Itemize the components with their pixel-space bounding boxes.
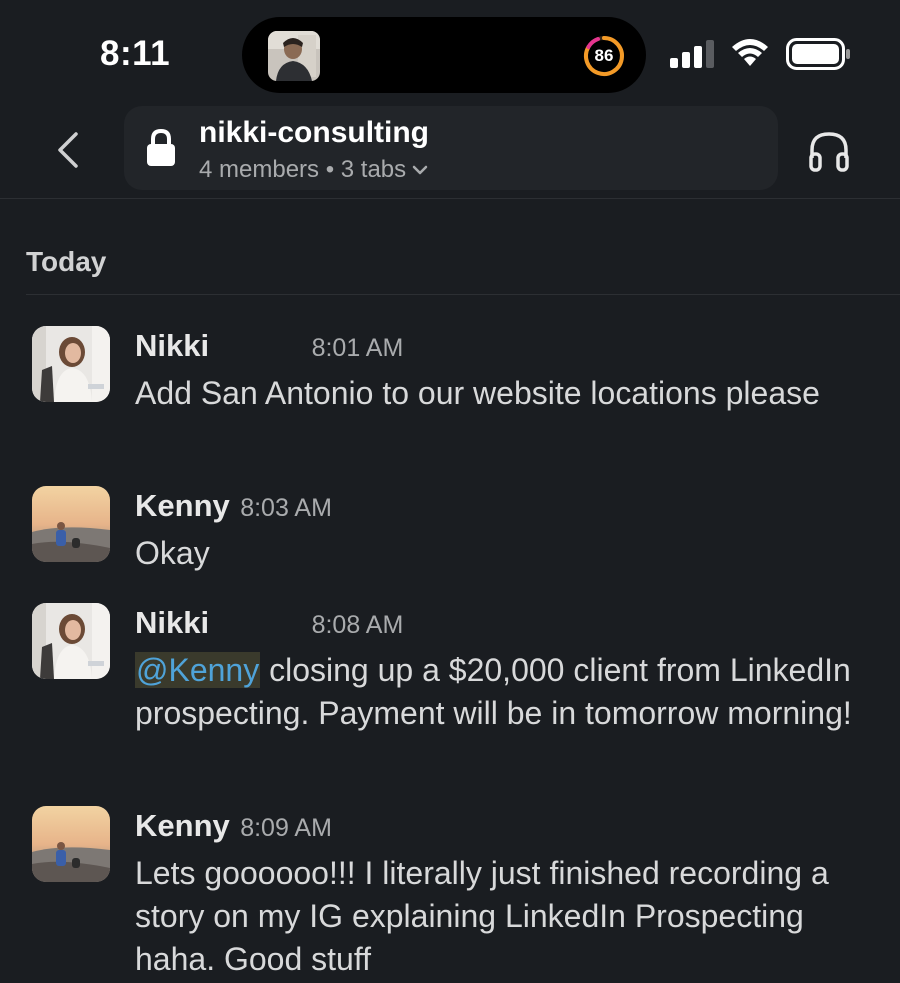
message-time: 8:08 AM bbox=[311, 611, 404, 639]
day-divider-label: Today bbox=[26, 246, 107, 277]
channel-meta-text: 4 members • 3 tabs bbox=[199, 156, 407, 183]
sender-name[interactable]: Kenny bbox=[135, 488, 230, 523]
user-mention-link[interactable]: @Kenny bbox=[135, 652, 261, 688]
message-text: @Kenny closing up a $20,000 client from … bbox=[135, 649, 875, 735]
message-time: 8:03 AM bbox=[240, 494, 332, 522]
dynamic-island[interactable]: 86 bbox=[242, 17, 646, 93]
channel-meta: 4 members • 3 tabs bbox=[199, 156, 428, 184]
lock-icon bbox=[146, 128, 176, 173]
message-header: Nikki 8:08 AM bbox=[135, 605, 403, 641]
signal-bars-icon bbox=[670, 40, 716, 73]
back-button[interactable] bbox=[46, 124, 92, 176]
avatar[interactable] bbox=[32, 603, 110, 679]
channel-details-button[interactable]: nikki-consulting 4 members • 3 tabs bbox=[124, 106, 778, 190]
channel-header: nikki-consulting 4 members • 3 tabs bbox=[0, 104, 900, 199]
status-time: 8:11 bbox=[100, 34, 171, 73]
wifi-icon bbox=[730, 36, 770, 73]
status-bar: 8:11 86 bbox=[0, 0, 900, 104]
message-text: Okay bbox=[135, 535, 210, 571]
activity-ring-value: 86 bbox=[594, 46, 614, 65]
sender-name[interactable]: Nikki bbox=[135, 605, 209, 640]
back-chevron-icon bbox=[58, 132, 78, 168]
avatar[interactable] bbox=[32, 486, 110, 562]
battery-icon bbox=[786, 38, 852, 75]
message-text: Lets goooooo!!! I literally just finishe… bbox=[135, 855, 829, 977]
sender-name[interactable]: Nikki bbox=[135, 328, 209, 363]
live-activity-avatar bbox=[268, 31, 320, 81]
message-time: 8:09 AM bbox=[240, 814, 332, 842]
huddle-button[interactable] bbox=[806, 128, 852, 174]
message-header: Kenny 8:03 AM bbox=[135, 488, 332, 524]
message-text: Add San Antonio to our website locations… bbox=[135, 375, 820, 411]
activity-ring-icon: 86 bbox=[582, 34, 626, 78]
message-header: Nikki 8:01 AM bbox=[135, 328, 403, 364]
headphones-icon bbox=[809, 132, 849, 172]
message-header: Kenny 8:09 AM bbox=[135, 808, 332, 844]
channel-name: nikki-consulting bbox=[199, 116, 430, 149]
avatar[interactable] bbox=[32, 326, 110, 402]
chevron-down-icon bbox=[412, 155, 428, 183]
sender-name[interactable]: Kenny bbox=[135, 808, 230, 843]
avatar[interactable] bbox=[32, 806, 110, 882]
day-divider-line bbox=[26, 294, 900, 295]
message-time: 8:01 AM bbox=[311, 334, 404, 362]
